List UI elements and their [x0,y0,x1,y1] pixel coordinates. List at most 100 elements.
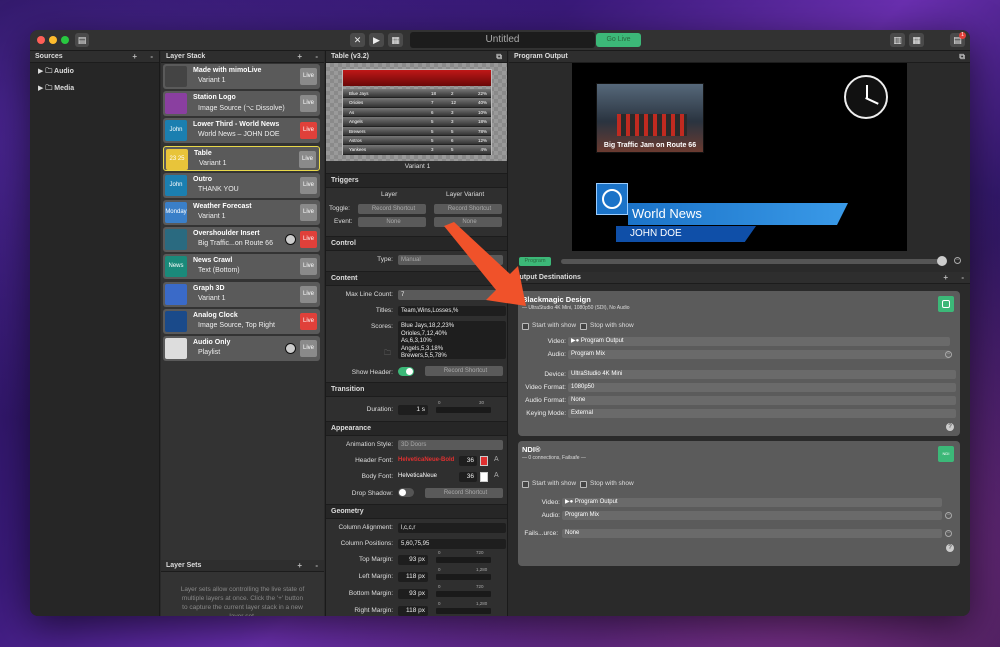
multiview-icon[interactable]: ▦ [909,33,924,47]
layer-item[interactable]: Station Logo Image Source (⌥ Dissolve) Liv… [163,91,320,117]
audio-select[interactable]: Program Mix [568,350,950,359]
layer-item[interactable]: Analog Clock Image Source, Top Right Live [163,308,320,334]
layer-item[interactable]: John Doe Lower Third - World News World Ne… [163,118,320,144]
font-panel-icon[interactable]: A [494,472,499,479]
volume-knob-icon[interactable] [285,343,296,354]
disclosure-triangle-icon[interactable]: ▶ [38,68,43,75]
top-margin-input[interactable]: 93 px [398,555,428,565]
volume-knob[interactable] [937,256,947,266]
live-toggle-button[interactable]: Live [300,312,317,330]
zoom-window-button[interactable] [61,36,69,44]
help-icon[interactable]: ? [946,423,954,431]
layer-item[interactable]: Made with mimoLive Variant 1 Live [163,64,320,89]
add-layer-button[interactable]: + [297,51,302,63]
add-layer-set-button[interactable]: + [297,560,302,572]
keying-mode-select[interactable]: External [568,409,956,418]
record-icon[interactable]: ▶ [369,33,384,47]
source-folder-audio[interactable]: ▶ 🗀 Audio [30,63,159,82]
layer-event-select[interactable]: None [358,217,426,227]
failsafe-options-icon[interactable]: − [945,530,952,537]
drop-shadow-record-shortcut[interactable]: Record Shortcut [425,488,503,498]
bottom-margin-input[interactable]: 93 px [398,589,428,599]
program-volume-slider[interactable] [561,259,944,264]
sidebar-toggle-icon[interactable]: ▤ [75,33,89,47]
video-select[interactable]: ▶● Program Output [568,337,950,346]
header-font-size[interactable]: 36 [459,456,477,466]
layer-item[interactable]: Graph 3D Variant 1 Live [163,281,320,307]
live-toggle-button[interactable]: Live [300,204,317,221]
go-live-button[interactable]: Go Live [596,33,641,47]
live-toggle-button[interactable]: Live [299,150,316,168]
header-color-swatch[interactable] [480,456,488,466]
device-select[interactable]: UltraStudio 4K Mini [568,370,956,379]
layer-item[interactable]: Audio Only Playlist Live [163,336,320,361]
remove-layer-set-button[interactable]: - [315,560,318,572]
bottom-margin-slider[interactable] [436,591,491,597]
add-source-button[interactable]: + [132,51,137,63]
close-window-button[interactable] [37,36,45,44]
ndi-live-button[interactable]: NDI [938,446,954,462]
folder-icon[interactable]: 🗀 [384,349,391,360]
live-toggle-button[interactable]: Live [300,231,317,249]
font-panel-icon[interactable]: A [494,456,499,463]
live-toggle-button[interactable]: Live [300,340,317,357]
live-toggle-button[interactable]: Live [300,122,317,140]
header-font-value[interactable]: HelveticaNeue-Bold [398,457,454,463]
audio-format-select[interactable]: None [568,396,956,405]
audio-select[interactable]: Program Mix [562,511,942,520]
minimize-window-button[interactable] [49,36,57,44]
remove-layer-button[interactable]: - [315,51,318,63]
clapper-icon[interactable]: ▦ [388,33,403,47]
left-margin-input[interactable]: 118 px [398,572,428,582]
top-margin-slider[interactable] [436,557,491,563]
show-header-record-shortcut[interactable]: Record Shortcut [425,366,503,376]
live-toggle-button[interactable]: Live [300,68,317,85]
failsafe-select[interactable]: None [562,529,942,538]
layer-item[interactable]: 23 25 43 18 Table Variant 1 Live [163,145,320,171]
remove-destination-button[interactable]: - [961,272,964,284]
variant-record-shortcut-button[interactable]: Record Shortcut [434,204,502,214]
duration-slider[interactable] [436,407,491,413]
audio-options-icon[interactable]: − [945,512,952,519]
layer-item[interactable]: Monday Weather Forecast Variant 1 Live [163,200,320,225]
stop-with-show-checkbox[interactable] [580,323,587,330]
audio-options-icon[interactable]: − [945,351,952,358]
live-toggle-button[interactable]: Live [300,95,317,113]
video-select[interactable]: ▶● Program Output [562,498,942,507]
drop-shadow-toggle[interactable] [398,488,414,497]
layer-item[interactable]: News News Crawl Text (Bottom) Live [163,254,320,280]
live-toggle-button[interactable]: Live [300,176,317,194]
layer-item[interactable]: John Doe Outro THANK YOU Live [163,172,320,198]
layer-item[interactable]: Overshoulder Insert Big Traffic...on Rout… [163,227,320,253]
start-with-show-checkbox[interactable] [522,481,529,488]
source-folder-media[interactable]: ▶ 🗀 Media [30,82,159,99]
left-margin-slider[interactable] [436,574,491,580]
live-toggle-button[interactable]: Live [300,285,317,303]
scores-textarea[interactable]: Blue Jays,18,2,23% Orioles,7,12,40% As,6,3… [398,321,506,359]
disclosure-triangle-icon[interactable]: ▶ [38,85,43,92]
layout-icon[interactable]: ▥ [890,33,905,47]
body-font-value[interactable]: HelveticaNeue [398,473,437,479]
help-icon[interactable]: ? [946,544,954,552]
body-font-size[interactable]: 36 [459,472,477,482]
layer-record-shortcut-button[interactable]: Record Shortcut [358,204,426,214]
column-alignment-input[interactable]: l,c,c,r [398,523,506,533]
body-color-swatch[interactable] [480,472,488,482]
right-margin-slider[interactable] [436,608,491,614]
start-with-show-checkbox[interactable] [522,323,529,330]
destination-live-button[interactable] [938,296,954,312]
video-format-select[interactable]: 1080p50 [568,383,956,392]
add-destination-button[interactable]: + [943,272,948,284]
popout-icon[interactable]: ⧉ [496,51,502,63]
popout-icon[interactable]: ⧉ [959,51,965,63]
right-margin-input[interactable]: 118 px [398,606,428,616]
tools-icon[interactable]: ✕ [350,33,365,47]
show-header-toggle[interactable] [398,367,414,376]
remove-icon[interactable]: − [954,257,961,264]
stop-with-show-checkbox[interactable] [580,481,587,488]
animation-style-select[interactable]: 3D Doors [398,440,503,450]
remove-source-button[interactable]: - [150,51,153,63]
duration-input[interactable]: 1 s [398,405,428,415]
volume-knob-icon[interactable] [285,234,296,246]
live-toggle-button[interactable]: Live [300,258,317,276]
